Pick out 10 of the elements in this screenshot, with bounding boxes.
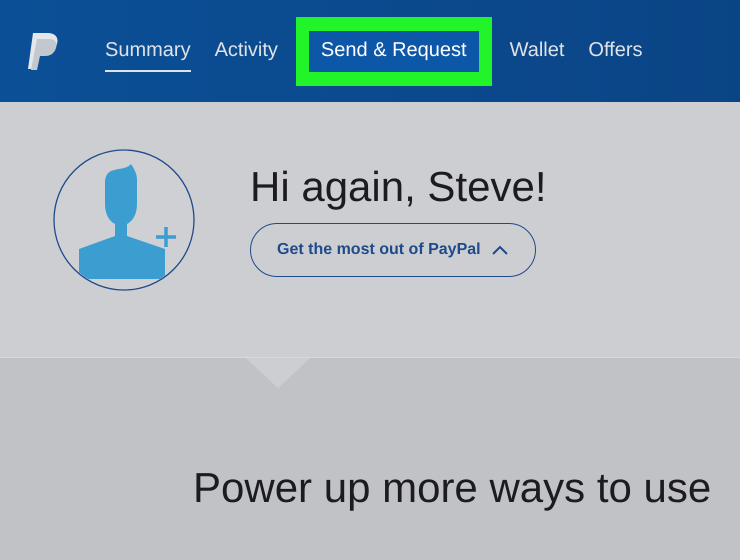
caret-icon bbox=[490, 244, 509, 256]
nav-tab[interactable]: Summary bbox=[105, 30, 191, 72]
greeting-title: Hi again, Steve! bbox=[250, 162, 547, 210]
promo-heading: Power up more ways to use bbox=[193, 464, 712, 512]
add-photo-avatar-icon[interactable] bbox=[53, 148, 195, 290]
nav-tab[interactable]: Wallet bbox=[510, 30, 564, 72]
nav-tab[interactable]: Activity bbox=[214, 30, 278, 72]
nav-tab[interactable]: Send & Request bbox=[308, 30, 479, 72]
nav-tab[interactable]: Offers bbox=[588, 30, 642, 72]
get-more-button[interactable]: Get the most out of PayPal bbox=[250, 222, 536, 276]
